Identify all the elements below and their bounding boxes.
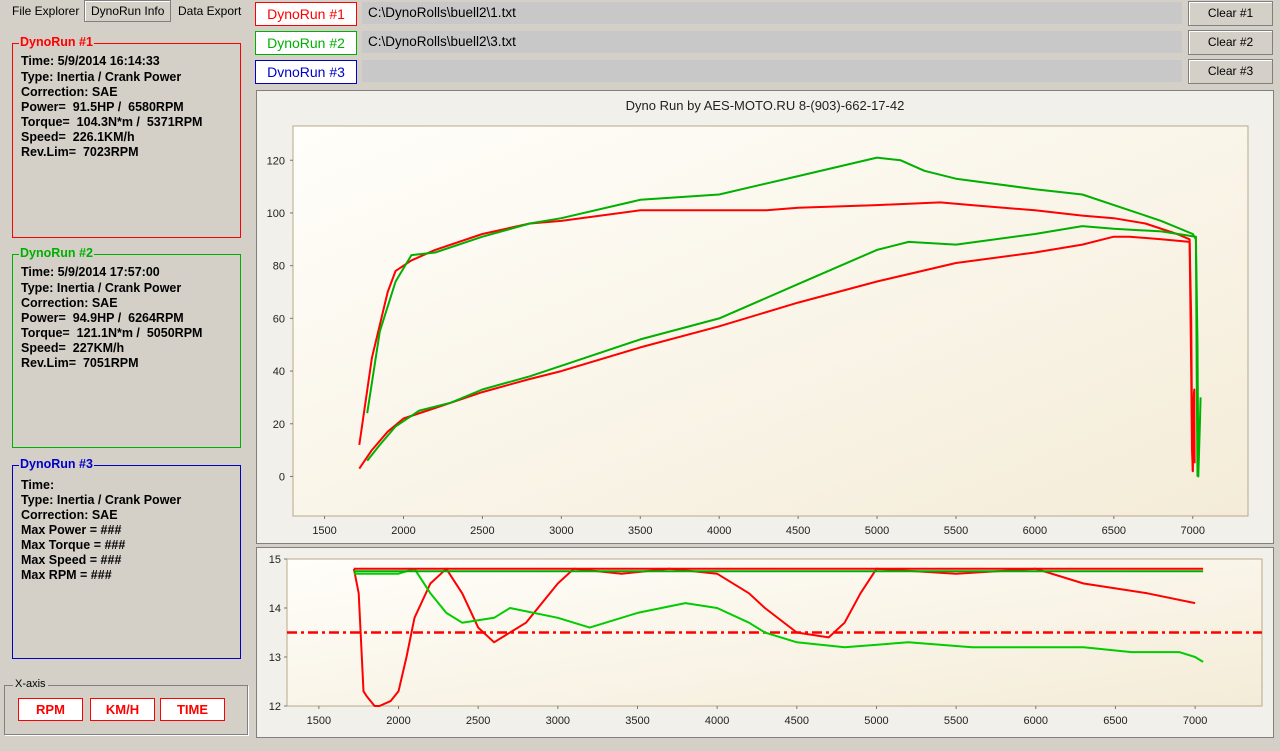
info-line: Time: <box>21 478 55 492</box>
y-tick-label: 13 <box>269 652 281 664</box>
xaxis-kmh-button[interactable]: KM/H <box>90 698 155 721</box>
xaxis-group: X-axis RPM KM/H TIME <box>4 678 248 735</box>
y-tick-label: 120 <box>267 155 285 167</box>
x-tick-label: 1500 <box>312 525 336 537</box>
x-tick-label: 4000 <box>705 715 729 727</box>
clear-run2-button[interactable]: Clear #2 <box>1188 30 1273 55</box>
x-tick-label: 3000 <box>546 715 570 727</box>
x-tick-label: 3500 <box>625 715 649 727</box>
x-tick-label: 7000 <box>1181 525 1205 537</box>
info-line: Power= 94.9HP / 6264RPM <box>21 311 184 325</box>
x-tick-label: 4000 <box>707 525 731 537</box>
afr-chart-panel: 1500 2000 2500 3000 3500 4000 4500 5000 5500 6000… <box>256 547 1274 738</box>
x-tick-label: 5500 <box>944 715 968 727</box>
x-tick-label: 1500 <box>307 715 331 727</box>
info-line: Rev.Lim= 7023RPM <box>21 145 139 159</box>
y-tick-label: 12 <box>269 701 281 713</box>
info-line: Torque= 104.3N*m / 5371RPM <box>21 115 203 129</box>
plot-area <box>292 125 1249 517</box>
info-title-run1: DynoRun #1 <box>19 35 94 49</box>
run1-label: DynoRun #1 <box>255 2 357 26</box>
y-tick-label: 20 <box>273 419 285 431</box>
x-tick-label: 4500 <box>785 715 809 727</box>
y-tick-label: 14 <box>269 603 281 615</box>
run2-path: C:\DynoRolls\buell2\3.txt <box>362 31 1182 53</box>
info-line: Torque= 121.1N*m / 5050RPM <box>21 326 203 340</box>
x-tick-label: 6500 <box>1103 715 1127 727</box>
tab-data-export[interactable]: Data Export <box>172 1 247 21</box>
info-line: Time: 5/9/2014 16:14:33 <box>21 54 160 68</box>
info-line: Max RPM = ### <box>21 568 112 582</box>
y-tick-label: 0 <box>279 471 285 483</box>
info-line: Rev.Lim= 7051RPM <box>21 356 139 370</box>
y-tick-label: 40 <box>273 366 285 378</box>
main-chart: Dyno Run by AES-MOTO.RU 8-(903)-662-17-4… <box>257 91 1273 543</box>
x-tick-label: 5000 <box>864 715 888 727</box>
info-title-run3: DynoRun #3 <box>19 457 94 471</box>
xaxis-title: X-axis <box>13 678 48 690</box>
x-tick-label: 4500 <box>786 525 810 537</box>
info-line: Correction: SAE <box>21 508 118 522</box>
info-line: Type: Inertia / Crank Power <box>21 70 182 84</box>
info-line: Time: 5/9/2014 17:57:00 <box>21 265 160 279</box>
info-line: Max Torque = ### <box>21 538 126 552</box>
info-group-run1: DynoRun #1 Time: 5/9/2014 16:14:33 Type:… <box>12 35 241 238</box>
clear-run1-button[interactable]: Clear #1 <box>1188 1 1273 26</box>
info-line: Type: Inertia / Crank Power <box>21 493 182 507</box>
chart-title: Dyno Run by AES-MOTO.RU 8-(903)-662-17-4… <box>626 98 905 113</box>
run2-label: DynoRun #2 <box>255 31 357 55</box>
x-tick-label: 2000 <box>391 525 415 537</box>
x-tick-label: 2000 <box>386 715 410 727</box>
x-tick-label: 6500 <box>1102 525 1126 537</box>
run1-path: C:\DynoRolls\buell2\1.txt <box>362 2 1182 24</box>
y-tick-label: 80 <box>273 261 285 273</box>
afr-chart: 1500 2000 2500 3000 3500 4000 4500 5000 5500 6000… <box>257 548 1273 737</box>
info-line: Speed= 226.1KM/h <box>21 130 135 144</box>
xaxis-time-button[interactable]: TIME <box>160 698 225 721</box>
info-line: Power= 91.5HP / 6580RPM <box>21 100 184 114</box>
tab-file-explorer[interactable]: File Explorer <box>6 1 85 21</box>
clear-run3-button[interactable]: Clear #3 <box>1188 59 1273 84</box>
x-tick-label: 3500 <box>628 525 652 537</box>
xaxis-rpm-button[interactable]: RPM <box>18 698 83 721</box>
info-line: Type: Inertia / Crank Power <box>21 281 182 295</box>
y-tick-label: 15 <box>269 554 281 566</box>
info-line: Speed= 227KM/h <box>21 341 125 355</box>
info-group-run2: DynoRun #2 Time: 5/9/2014 17:57:00 Type:… <box>12 246 241 448</box>
x-tick-label: 6000 <box>1024 715 1048 727</box>
info-title-run2: DynoRun #2 <box>19 246 94 260</box>
info-line: Max Power = ### <box>21 523 122 537</box>
run3-label: DvnoRun #3 <box>255 60 357 84</box>
x-tick-label: 5000 <box>865 525 889 537</box>
x-tick-label: 2500 <box>470 525 494 537</box>
info-line: Max Speed = ### <box>21 553 122 567</box>
info-line: Correction: SAE <box>21 85 118 99</box>
run3-path <box>362 60 1182 82</box>
x-tick-label: 7000 <box>1183 715 1207 727</box>
info-group-run3: DynoRun #3 Time: Type: Inertia / Crank P… <box>12 457 241 659</box>
tab-dynorun-info[interactable]: DynoRun Info <box>84 0 172 22</box>
x-tick-label: 2500 <box>466 715 490 727</box>
y-tick-label: 60 <box>273 313 285 325</box>
x-tick-label: 3000 <box>549 525 573 537</box>
x-tick-label: 6000 <box>1023 525 1047 537</box>
y-tick-label: 100 <box>267 208 285 220</box>
x-tick-label: 5500 <box>944 525 968 537</box>
main-chart-panel: Dyno Run by AES-MOTO.RU 8-(903)-662-17-4… <box>256 90 1274 544</box>
info-line: Correction: SAE <box>21 296 118 310</box>
